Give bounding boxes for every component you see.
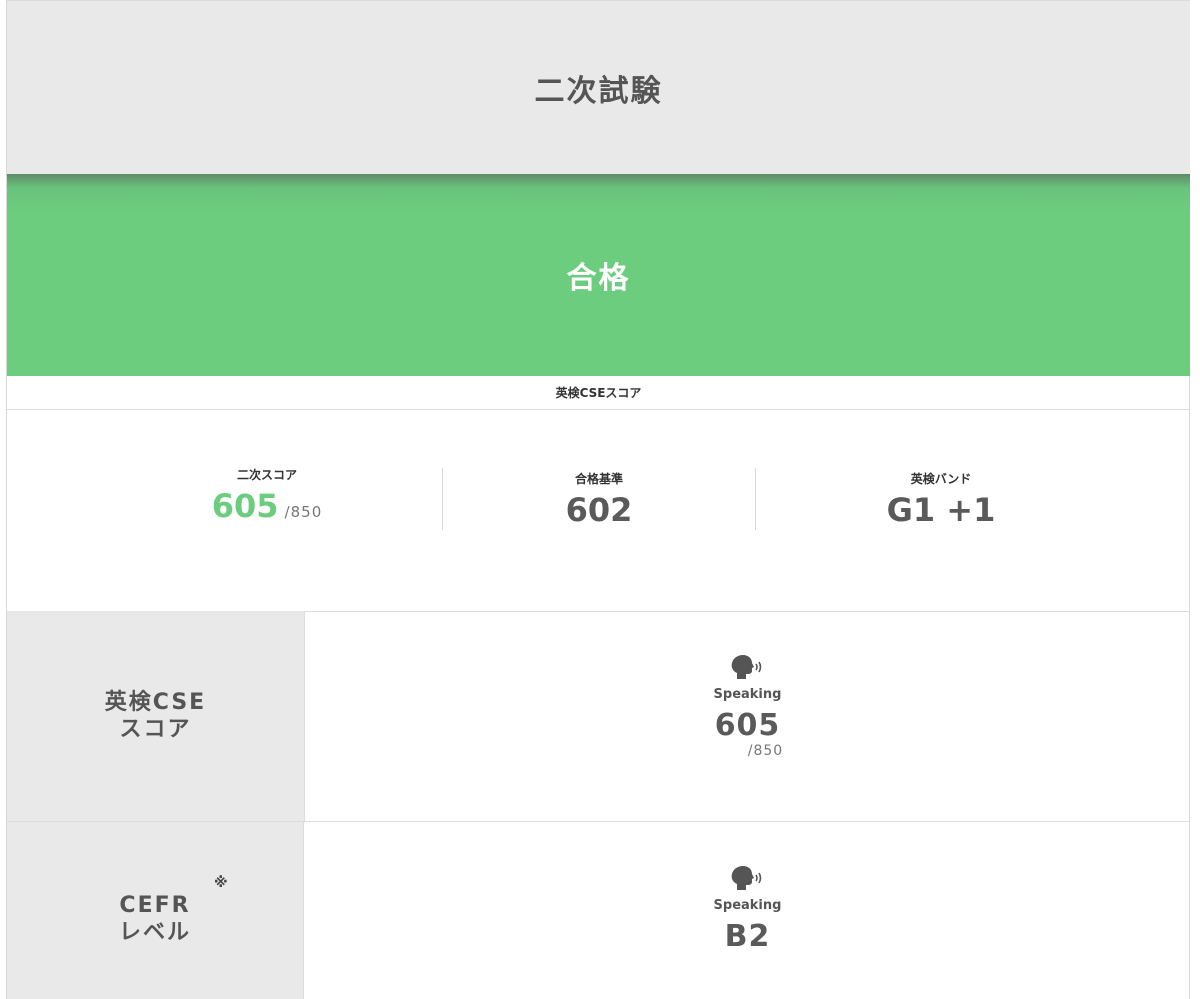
exam-title: 二次試験 [534,74,663,109]
secondary-score-max: /850 [284,503,323,521]
cefr-level-row-header: CEFR レベル ※ [7,822,304,999]
exam-header: 二次試験 [7,0,1190,175]
secondary-score-label: 二次スコア [236,468,297,482]
row-header-line: 英検CSE [104,690,207,715]
pass-line-block: 合格基準 602 [499,470,699,532]
speaking-head-icon [730,655,766,685]
result-label: 合格 [566,261,631,296]
cse-caption: 英検CSEスコア [555,386,642,400]
speaking-cefr-value: B2 [724,919,771,954]
cse-caption-row: 英検CSEスコア [7,376,1190,410]
cefr-level-row: CEFR レベル ※ Speaking B2 [7,822,1190,999]
skill-name: Speaking [713,898,782,913]
cse-score-row-body: Speaking 605 /850 [305,611,1190,821]
pass-line-label: 合格基準 [574,472,623,486]
result-panel: 二次試験 合格 英検CSEスコア 二次スコア 605/850 合格基準 602 … [6,0,1190,999]
summary-divider [442,468,443,530]
speaking-head-icon [730,866,766,896]
cse-score-row-header: 英検CSE スコア [7,611,305,821]
eiken-band-label: 英検バンド [910,472,972,486]
speaking-cefr-block: Speaking B2 [305,866,1190,954]
eiken-band-block: 英検バンド G1 +1 [841,470,1041,532]
cefr-level-row-body: Speaking B2 [305,822,1190,999]
secondary-score-block: 二次スコア 605/850 [167,466,367,528]
row-header-line: CEFR [119,893,191,918]
summary-divider [755,468,756,530]
row-header-line: レベル [118,920,191,945]
secondary-score-number: 605 [211,487,279,525]
speaking-cse-max: /850 [747,743,784,759]
skill-name: Speaking [713,687,782,702]
result-banner: 合格 [7,174,1190,376]
cse-score-row: 英検CSE スコア Speaking 605 /850 [7,611,1190,822]
speaking-cse-block: Speaking 605 /850 [305,655,1190,759]
pass-line-value: 602 [565,491,633,529]
footnote-mark: ※ [214,875,230,891]
eiken-band-value: G1 +1 [886,491,996,529]
speaking-cse-value: 605 [714,708,781,743]
secondary-score-value: 605/850 [212,487,322,525]
row-header-line: スコア [119,717,192,742]
score-summary: 二次スコア 605/850 合格基準 602 英検バンド G1 +1 [7,410,1190,612]
